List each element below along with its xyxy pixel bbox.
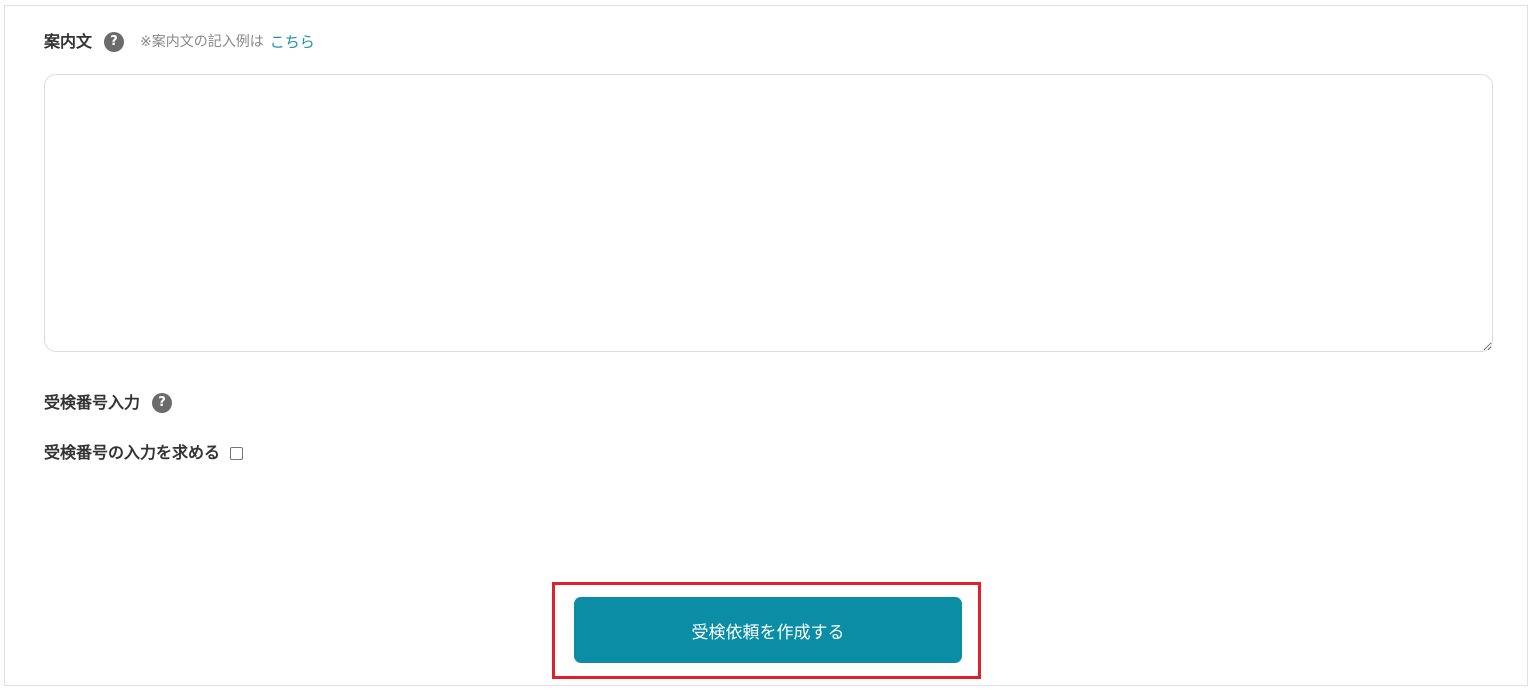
exam-number-checkbox-row: 受検番号の入力を求める bbox=[44, 443, 244, 463]
question-circle-icon[interactable]: ? bbox=[152, 393, 173, 413]
guidance-textarea[interactable] bbox=[44, 74, 1493, 352]
create-exam-request-button[interactable]: 受検依頼を作成する bbox=[574, 597, 962, 663]
guidance-example-link[interactable]: こちら bbox=[270, 32, 315, 52]
exam-number-checkbox[interactable] bbox=[230, 446, 244, 460]
guidance-label-row: 案内文 ? ※案内文の記入例は こちら bbox=[44, 32, 315, 52]
question-circle-icon[interactable]: ? bbox=[104, 32, 125, 52]
exam-number-checkbox-label: 受検番号の入力を求める bbox=[44, 443, 221, 462]
guidance-label: 案内文 bbox=[44, 32, 93, 51]
exam-number-label: 受検番号入力 bbox=[44, 393, 141, 412]
guidance-example-note: ※案内文の記入例は bbox=[140, 34, 264, 50]
exam-number-label-row: 受検番号入力 ? bbox=[44, 393, 173, 413]
